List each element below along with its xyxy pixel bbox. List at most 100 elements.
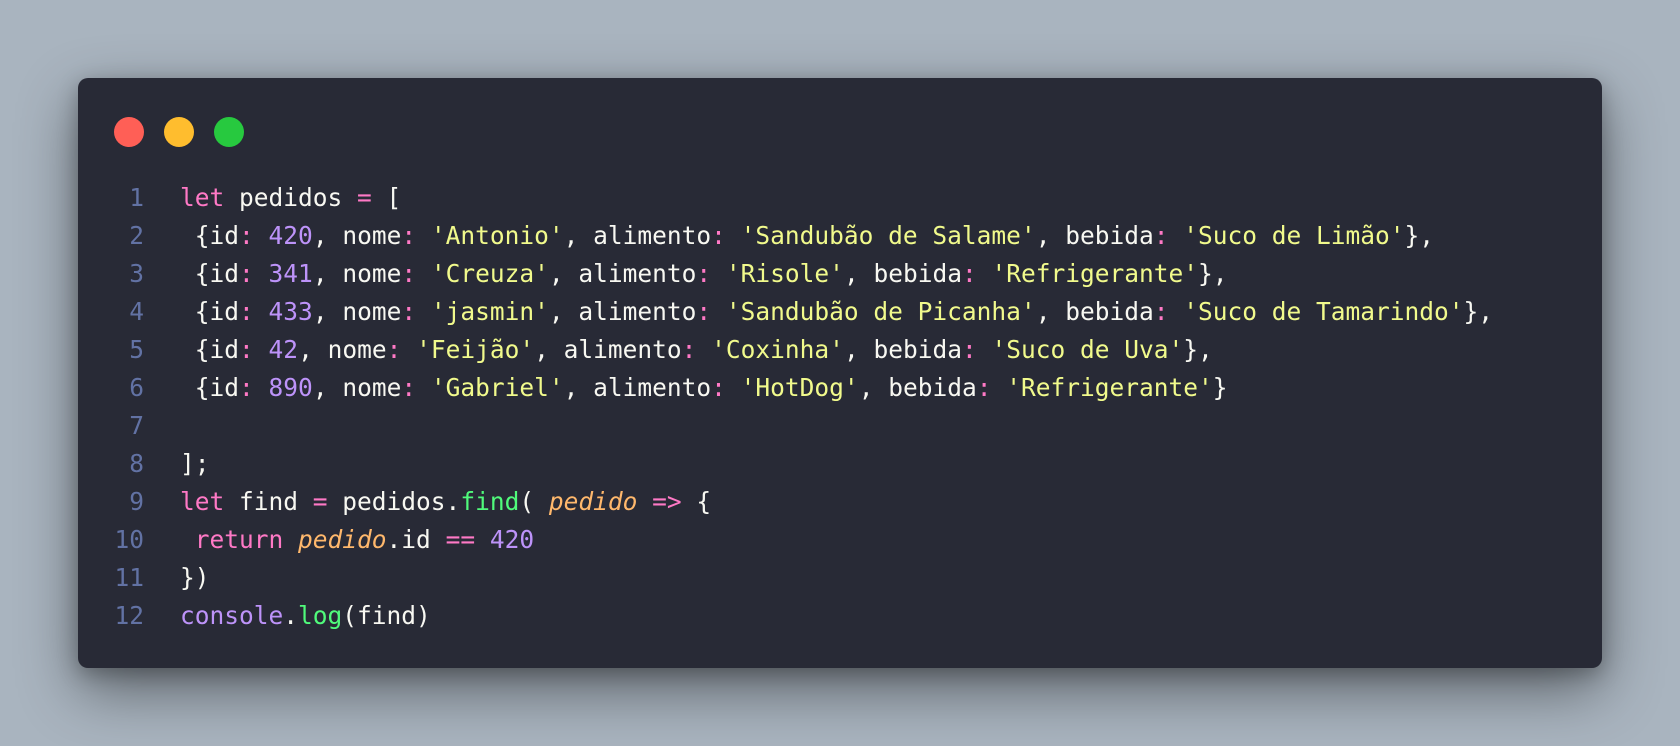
code-token: }) bbox=[180, 562, 210, 592]
line-number: 7 bbox=[129, 410, 144, 440]
code-token: pedido bbox=[548, 486, 638, 516]
code-token: : bbox=[239, 372, 254, 402]
code-token: 'Suco de Tamarindo' bbox=[1183, 296, 1464, 326]
code-token: (find) bbox=[342, 600, 431, 630]
code-token: 'HotDog' bbox=[740, 372, 859, 402]
code-token: ( bbox=[519, 486, 549, 516]
line-number: 8 bbox=[129, 448, 144, 478]
code-token: 'Suco de Uva' bbox=[991, 334, 1184, 364]
code-text: {id: 420, nome: 'Antonio', alimento: 'Sa… bbox=[180, 221, 1434, 250]
code-token: : bbox=[696, 258, 712, 288]
code-line: 6 {id: 890, nome: 'Gabriel', alimento: '… bbox=[78, 368, 1602, 406]
code-token: find bbox=[224, 486, 313, 516]
code-token: let bbox=[180, 486, 225, 516]
code-token: : bbox=[239, 334, 254, 364]
line-number: 6 bbox=[129, 372, 144, 402]
code-token: console bbox=[180, 600, 284, 630]
code-token: {id bbox=[180, 296, 240, 326]
minimize-window-button[interactable] bbox=[164, 117, 194, 147]
window-titlebar bbox=[114, 117, 244, 147]
code-token: : bbox=[976, 372, 992, 402]
code-token: == bbox=[445, 524, 476, 554]
code-token: 'Feijão' bbox=[416, 334, 535, 364]
code-token: 'Refrigerante' bbox=[1006, 372, 1213, 402]
code-token: }, bbox=[1183, 334, 1213, 364]
code-text: {id: 42, nome: 'Feijão', alimento: 'Coxi… bbox=[180, 335, 1213, 364]
code-token: }, bbox=[1463, 296, 1494, 326]
code-token: : bbox=[711, 372, 726, 402]
code-token: 'Sandubão de Picanha' bbox=[725, 296, 1036, 326]
code-line: 12 console.log(find) bbox=[78, 596, 1602, 634]
code-token: , bebida bbox=[1035, 220, 1154, 250]
code-token: {id bbox=[180, 258, 240, 288]
code-token: , bebida bbox=[858, 372, 977, 402]
code-token: : bbox=[681, 334, 697, 364]
code-token: : bbox=[401, 296, 417, 326]
line-number: 11 bbox=[114, 562, 144, 592]
code-token: {id bbox=[180, 220, 240, 250]
line-number: 5 bbox=[129, 334, 144, 364]
code-token: , alimento bbox=[534, 334, 682, 364]
code-token: log bbox=[298, 600, 343, 630]
code-line: 11}) bbox=[78, 558, 1602, 596]
line-number: 3 bbox=[129, 258, 144, 288]
code-token: : bbox=[1153, 220, 1169, 250]
code-token: pedidos bbox=[224, 182, 358, 212]
code-token: 'Suco de Limão' bbox=[1183, 220, 1405, 250]
code-token: let bbox=[180, 182, 225, 212]
code-token: : bbox=[961, 334, 977, 364]
code-token: 'jasmin' bbox=[430, 296, 549, 326]
code-token: 'Gabriel' bbox=[430, 372, 564, 402]
code-text: console.log(find) bbox=[180, 601, 431, 630]
code-token: = bbox=[357, 182, 372, 212]
code-token: 'Antonio' bbox=[430, 220, 564, 250]
line-number: 9 bbox=[129, 486, 144, 516]
code-token: 433 bbox=[268, 296, 313, 326]
code-window: 1 let pedidos = [2 {id: 420, nome: 'Anton… bbox=[78, 78, 1602, 668]
code-token: pedido bbox=[298, 524, 387, 554]
code-token: .id bbox=[386, 524, 446, 554]
line-number: 4 bbox=[129, 296, 144, 326]
code-token: {id bbox=[180, 372, 240, 402]
line-number: 12 bbox=[114, 600, 144, 630]
line-number: 2 bbox=[129, 220, 144, 250]
code-token: , alimento bbox=[548, 258, 697, 288]
code-token: 'Creuza' bbox=[430, 258, 549, 288]
code-token: } bbox=[1212, 372, 1228, 402]
code-token: 420 bbox=[268, 220, 313, 250]
code-line: 3 {id: 341, nome: 'Creuza', alimento: 'R… bbox=[78, 254, 1602, 292]
code-token: return bbox=[180, 524, 284, 554]
code-token: [ bbox=[371, 182, 402, 212]
code-line: 5 {id: 42, nome: 'Feijão', alimento: 'Co… bbox=[78, 330, 1602, 368]
code-token: pedidos. bbox=[327, 486, 461, 516]
code-token: : bbox=[386, 334, 402, 364]
maximize-window-button[interactable] bbox=[214, 117, 244, 147]
code-line: 8]; bbox=[78, 444, 1602, 482]
code-line: 9 let find = pedidos.find( pedido => { bbox=[78, 482, 1602, 520]
code-token: {id bbox=[180, 334, 240, 364]
code-line: 7 bbox=[78, 406, 1602, 444]
code-editor: 1 let pedidos = [2 {id: 420, nome: 'Anton… bbox=[78, 178, 1602, 634]
close-window-button[interactable] bbox=[114, 117, 144, 147]
code-token: , nome bbox=[298, 334, 387, 364]
code-token: : bbox=[1153, 296, 1169, 326]
code-token: 'Coxinha' bbox=[711, 334, 844, 364]
code-token: , bebida bbox=[843, 258, 962, 288]
code-text: ]; bbox=[180, 449, 210, 478]
